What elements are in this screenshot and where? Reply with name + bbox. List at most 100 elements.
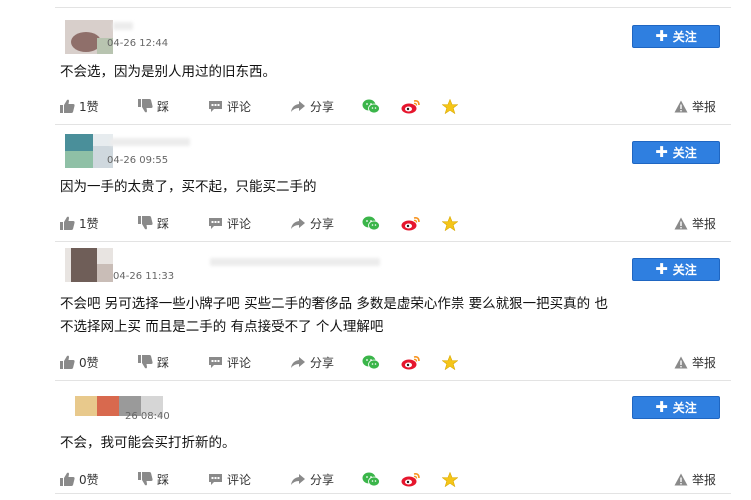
chat-bubble-icon (208, 356, 223, 369)
share-weibo-button[interactable] (401, 469, 421, 489)
plus-icon: ✚ (655, 397, 668, 416)
warning-triangle-icon (674, 217, 688, 230)
action-bar: 0赞 踩 评论 分享 举报 (60, 352, 730, 372)
report-button[interactable]: 举报 (674, 352, 716, 372)
comment-time: 04-26 09:55 (107, 155, 169, 166)
report-label: 举报 (692, 216, 717, 231)
avatar[interactable] (65, 134, 113, 168)
favorite-button[interactable] (442, 469, 458, 489)
comment-text: 不会选，因为是别人用过的旧东西。 (60, 64, 276, 80)
comment-item: 26 08:40 ✚ 关注 不会，我可能会买打折新的。 0赞 踩 评论 分享 举… (55, 388, 735, 493)
wechat-icon (362, 355, 380, 370)
comment-label: 评论 (227, 472, 252, 487)
report-label: 举报 (692, 355, 717, 370)
thumb-down-icon (138, 216, 153, 230)
report-label: 举报 (692, 472, 717, 487)
comment-time: 04-26 12:44 (107, 38, 169, 49)
dislike-button[interactable]: 踩 (138, 213, 169, 233)
plus-icon: ✚ (655, 259, 668, 278)
share-arrow-icon (290, 217, 306, 230)
weibo-icon (401, 216, 421, 231)
comment-label: 评论 (227, 355, 252, 370)
share-wechat-button[interactable] (362, 469, 380, 489)
comment-text-line-2: 不选择网上买 而且是二手的 有点接受不了 个人理解吧 (60, 319, 384, 335)
username-blurred (110, 138, 190, 146)
share-button[interactable]: 分享 (290, 96, 334, 116)
follow-label: 关注 (672, 401, 697, 415)
share-wechat-button[interactable] (362, 213, 380, 233)
share-arrow-icon (290, 100, 306, 113)
favorite-button[interactable] (442, 213, 458, 233)
chat-bubble-icon (208, 473, 223, 486)
share-button[interactable]: 分享 (290, 469, 334, 489)
username-blurred (210, 258, 380, 266)
share-arrow-icon (290, 473, 306, 486)
comment-button[interactable]: 评论 (208, 469, 251, 489)
dislike-button[interactable]: 踩 (138, 469, 169, 489)
like-button[interactable]: 1赞 (60, 213, 99, 233)
warning-triangle-icon (674, 100, 688, 113)
comment-label: 评论 (227, 99, 252, 114)
follow-button[interactable]: ✚ 关注 (632, 25, 720, 48)
follow-label: 关注 (672, 263, 697, 277)
share-button[interactable]: 分享 (290, 213, 334, 233)
comment-text: 因为一手的太贵了，买不起，只能买二手的 (60, 179, 317, 195)
follow-label: 关注 (672, 30, 697, 44)
dislike-button[interactable]: 踩 (138, 96, 169, 116)
like-count: 0赞 (79, 355, 99, 370)
comment-button[interactable]: 评论 (208, 352, 251, 372)
like-button[interactable]: 0赞 (60, 469, 99, 489)
wechat-icon (362, 472, 380, 487)
dislike-label: 踩 (157, 472, 170, 487)
like-button[interactable]: 1赞 (60, 96, 99, 116)
divider (55, 380, 731, 381)
thumb-down-icon (138, 355, 153, 369)
share-wechat-button[interactable] (362, 352, 380, 372)
dislike-label: 踩 (157, 216, 170, 231)
like-count: 1赞 (79, 216, 99, 231)
like-count: 0赞 (79, 472, 99, 487)
comment-button[interactable]: 评论 (208, 96, 251, 116)
share-wechat-button[interactable] (362, 96, 380, 116)
dislike-button[interactable]: 踩 (138, 352, 169, 372)
report-button[interactable]: 举报 (674, 96, 716, 116)
favorite-button[interactable] (442, 352, 458, 372)
share-label: 分享 (310, 99, 335, 114)
wechat-icon (362, 216, 380, 231)
star-icon (442, 471, 458, 487)
favorite-button[interactable] (442, 96, 458, 116)
avatar[interactable] (65, 248, 113, 282)
weibo-icon (401, 99, 421, 114)
share-weibo-button[interactable] (401, 96, 421, 116)
report-button[interactable]: 举报 (674, 469, 716, 489)
action-bar: 0赞 踩 评论 分享 举报 (60, 469, 730, 489)
star-icon (442, 215, 458, 231)
plus-icon: ✚ (655, 26, 668, 45)
follow-button[interactable]: ✚ 关注 (632, 258, 720, 281)
chat-bubble-icon (208, 100, 223, 113)
divider (55, 124, 731, 125)
weibo-icon (401, 472, 421, 487)
follow-button[interactable]: ✚ 关注 (632, 396, 720, 419)
follow-button[interactable]: ✚ 关注 (632, 141, 720, 164)
share-arrow-icon (290, 356, 306, 369)
share-weibo-button[interactable] (401, 213, 421, 233)
comment-text: 不会，我可能会买打折新的。 (60, 435, 236, 451)
report-label: 举报 (692, 99, 717, 114)
avatar[interactable] (65, 20, 113, 54)
thumb-up-icon (60, 472, 75, 486)
thumb-up-icon (60, 216, 75, 230)
comment-time: 04-26 11:33 (113, 271, 175, 282)
share-button[interactable]: 分享 (290, 352, 334, 372)
thumb-down-icon (138, 99, 153, 113)
warning-triangle-icon (674, 473, 688, 486)
share-weibo-button[interactable] (401, 352, 421, 372)
thumb-up-icon (60, 355, 75, 369)
comment-button[interactable]: 评论 (208, 213, 251, 233)
report-button[interactable]: 举报 (674, 213, 716, 233)
share-label: 分享 (310, 472, 335, 487)
comment-item: 04-26 11:33 ✚ 关注 不会吧 另可选择一些小牌子吧 买些二手的奢侈品… (55, 248, 735, 378)
share-label: 分享 (310, 355, 335, 370)
like-button[interactable]: 0赞 (60, 352, 99, 372)
chat-bubble-icon (208, 217, 223, 230)
